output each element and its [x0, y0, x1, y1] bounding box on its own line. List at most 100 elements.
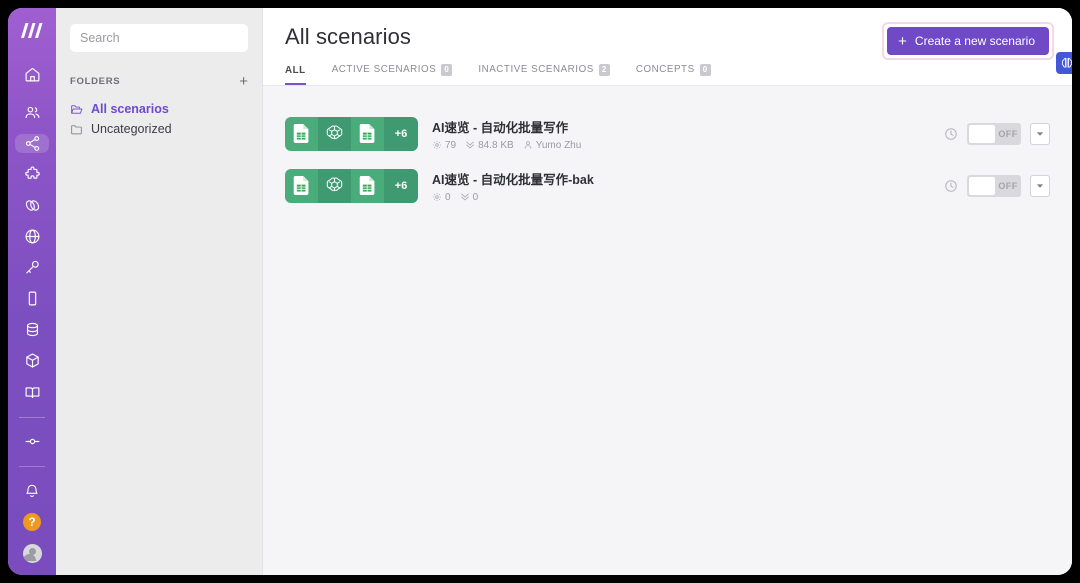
chevron-down-icon [1036, 131, 1044, 136]
rail-divider-top [19, 416, 45, 418]
scenario-menu-button[interactable] [1030, 122, 1050, 145]
tab-inactive-scenarios[interactable]: INACTIVE SCENARIOS 2 [478, 64, 610, 85]
operations-value: 0 [445, 191, 451, 203]
folders-header: FOLDERS + [70, 74, 248, 89]
folder-open-icon [71, 104, 83, 114]
operations-icon [433, 193, 441, 202]
folder-item-all-scenarios[interactable]: All scenarios [70, 99, 248, 119]
create-new-scenario-button[interactable]: + Create a new scenario [887, 27, 1049, 55]
scenario-toggle[interactable]: OFF [967, 174, 1021, 197]
data-transfer-value: 84.8 KB [478, 139, 514, 151]
scenario-controls: OFF [944, 174, 1050, 197]
owner-stat: Yumo Zhu [523, 139, 582, 151]
data-transfer-stat: 0 [460, 191, 479, 203]
chevron-down-icon [1036, 183, 1044, 188]
google-sheets-icon [285, 116, 318, 151]
rail-divider-bottom [19, 466, 45, 467]
add-folder-button[interactable]: + [239, 74, 248, 89]
help-badge: ? [23, 513, 41, 532]
toggle-label: OFF [998, 180, 1018, 191]
openai-icon [318, 116, 351, 151]
openai-icon [318, 168, 351, 203]
sidebar-item-data-stores[interactable] [15, 320, 49, 339]
sidebar-item-scenarios[interactable] [15, 133, 49, 153]
data-transfer-value: 0 [472, 191, 479, 203]
folders-title: FOLDERS [70, 76, 121, 87]
folder-item-label: All scenarios [91, 102, 169, 116]
notifications-icon[interactable] [15, 482, 49, 501]
sidebar-item-devices[interactable] [15, 289, 49, 308]
make-logo[interactable] [8, 18, 56, 43]
google-sheets-icon [351, 116, 384, 151]
scenario-toggle[interactable]: OFF [967, 122, 1021, 145]
icon-rail: ? [8, 8, 56, 575]
avatar-image [22, 544, 42, 563]
scenario-name: AI速览 - 自动化批量写作 [432, 120, 569, 135]
scenario-row[interactable]: +6 AI速览 - 自动化批量写作-bak 0 0 OFF [285, 160, 1050, 212]
scenario-app-icons: +6 [285, 116, 418, 151]
tab-active-scenarios[interactable]: ACTIVE SCENARIOS 0 [332, 64, 453, 85]
scenario-controls: OFF [944, 122, 1050, 145]
sidebar-item-custom-apps[interactable] [15, 432, 49, 451]
user-icon [524, 141, 532, 149]
help-icon[interactable]: ? [15, 513, 49, 532]
data-transfer-icon [466, 141, 474, 149]
main-content: All scenarios ALL ACTIVE SCENARIOS 0 INA… [263, 8, 1072, 575]
toggle-knob [969, 176, 995, 195]
tab-label: ACTIVE SCENARIOS [331, 64, 437, 76]
page-header: All scenarios ALL ACTIVE SCENARIOS 0 INA… [263, 8, 1072, 86]
owner-value: Yumo Zhu [535, 139, 582, 151]
sidebar-item-home[interactable] [15, 65, 49, 84]
scenario-info: AI速览 - 自动化批量写作 79 84.8 KB Yumo Zhu [432, 117, 930, 151]
create-scenario-focus-ring: + Create a new scenario [882, 22, 1054, 60]
search-input[interactable] [70, 24, 248, 52]
google-sheets-icon [351, 168, 384, 203]
scenario-name: AI速览 - 自动化批量写作-bak [432, 172, 594, 187]
create-button-label: Create a new scenario [914, 34, 1035, 48]
sidebar-item-templates[interactable] [15, 165, 49, 184]
schedule-icon[interactable] [944, 127, 958, 141]
tab-label: CONCEPTS [635, 64, 695, 76]
sidebar-item-data-structures[interactable] [15, 351, 49, 370]
ai-assistant-icon[interactable] [1056, 52, 1072, 74]
folder-item-uncategorized[interactable]: Uncategorized [70, 119, 248, 139]
sidebar-item-keys[interactable] [15, 258, 49, 277]
operations-value: 79 [445, 139, 457, 151]
more-apps-badge: +6 [384, 116, 418, 151]
scenario-list: +6 AI速览 - 自动化批量写作 79 84.8 KB Yumo Zhu OF… [263, 86, 1072, 212]
folders-panel: FOLDERS + All scenarios Uncategorized [56, 8, 263, 575]
sidebar-item-webhooks[interactable] [15, 227, 49, 246]
tab-bar: ALL ACTIVE SCENARIOS 0 INACTIVE SCENARIO… [285, 64, 1050, 85]
data-transfer-stat: 84.8 KB [465, 140, 514, 151]
tab-count: 0 [441, 64, 453, 76]
scenario-meta: 0 0 [432, 192, 930, 203]
data-transfer-icon [460, 193, 469, 201]
toggle-label: OFF [998, 128, 1018, 139]
toggle-knob [969, 124, 995, 143]
tab-count: 2 [598, 64, 610, 76]
folder-item-label: Uncategorized [91, 122, 172, 136]
scenario-info: AI速览 - 自动化批量写作-bak 0 0 [432, 169, 930, 203]
tab-count: 0 [699, 64, 711, 76]
tab-all[interactable]: ALL [285, 65, 306, 85]
scenario-app-icons: +6 [285, 168, 418, 203]
scenario-meta: 79 84.8 KB Yumo Zhu [432, 140, 930, 151]
tab-label: INACTIVE SCENARIOS [478, 64, 594, 76]
operations-icon [433, 141, 441, 150]
scenario-row[interactable]: +6 AI速览 - 自动化批量写作 79 84.8 KB Yumo Zhu OF… [285, 108, 1050, 160]
app-window: ? FOLDERS + All scenarios Uncategorized [8, 8, 1072, 575]
more-apps-badge: +6 [384, 168, 418, 203]
sidebar-item-learning[interactable] [15, 382, 49, 401]
schedule-icon[interactable] [944, 179, 958, 193]
avatar[interactable] [15, 544, 49, 563]
scenario-menu-button[interactable] [1030, 174, 1050, 197]
operations-stat: 0 [432, 192, 451, 203]
tab-label: ALL [285, 64, 306, 76]
sidebar-item-organization[interactable] [15, 103, 49, 122]
folder-icon [71, 124, 82, 134]
tab-concepts[interactable]: CONCEPTS 0 [636, 64, 711, 85]
operations-stat: 79 [432, 140, 456, 151]
google-sheets-icon [285, 168, 318, 203]
sidebar-item-connections[interactable] [15, 196, 49, 215]
plus-icon: + [898, 32, 907, 50]
